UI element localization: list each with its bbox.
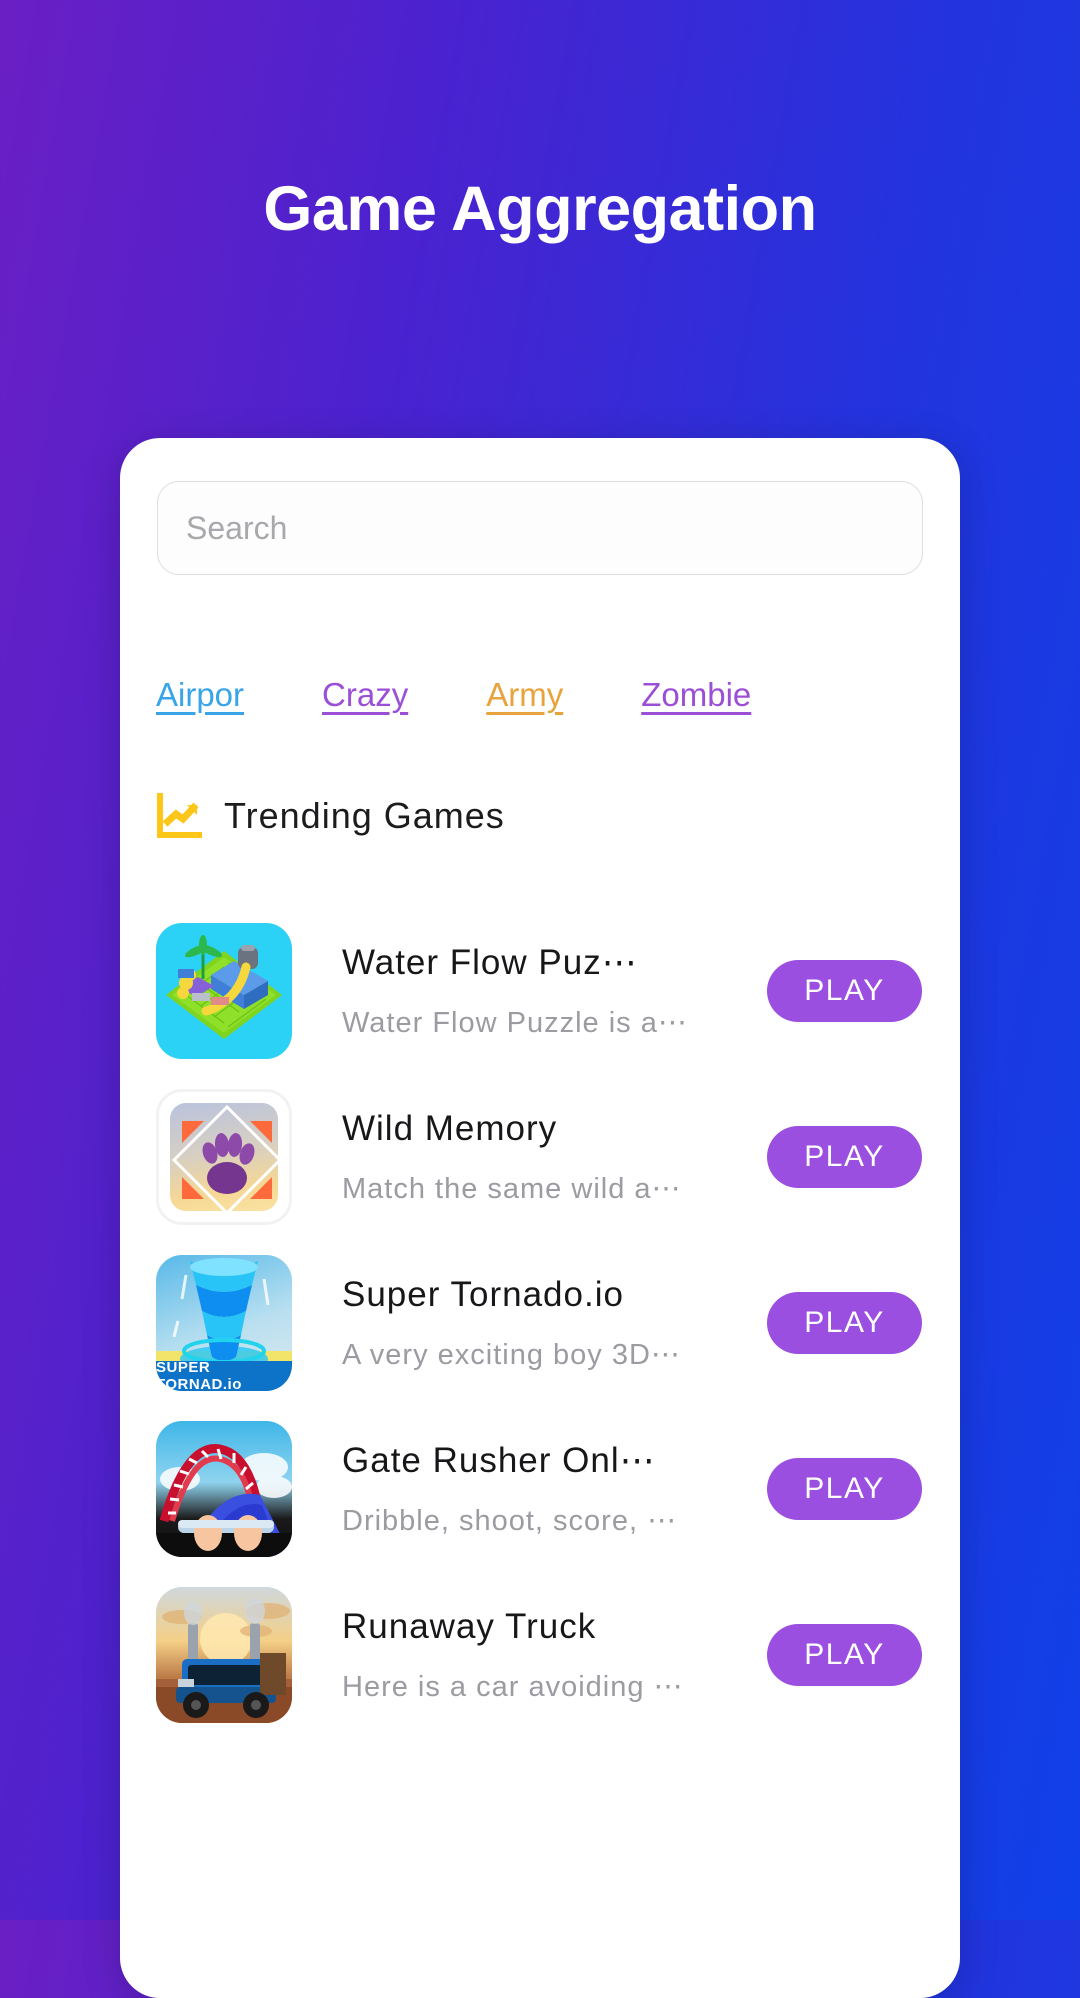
game-description: Water Flow Puzzle is a⋯ <box>342 1006 688 1039</box>
game-text: Water Flow Puz⋯ Water Flow Puzzle is a⋯ <box>292 943 767 1040</box>
game-title: Runaway Truck <box>342 1606 597 1646</box>
game-title: Water Flow Puz⋯ <box>342 942 638 982</box>
game-description: Match the same wild a⋯ <box>342 1172 682 1205</box>
trending-chart-icon <box>157 793 202 838</box>
game-title: Wild Memory <box>342 1108 558 1148</box>
tornado-badge: SUPER TORNAD.io <box>156 1359 292 1391</box>
game-description: A very exciting boy 3D⋯ <box>342 1338 681 1371</box>
wild-memory-paw-icon[interactable] <box>156 1089 292 1225</box>
gate-rusher-coaster-icon[interactable] <box>156 1421 292 1557</box>
page-title: Game Aggregation <box>263 174 817 244</box>
game-list-item[interactable]: Wild Memory Match the same wild a⋯ PLAY <box>120 1074 960 1240</box>
category-link-zombie[interactable]: Zombie <box>641 676 751 714</box>
search-input[interactable] <box>157 481 923 575</box>
category-link-airpor[interactable]: Airpor <box>156 676 244 714</box>
water-flow-puzzle-icon[interactable] <box>156 923 292 1059</box>
play-button[interactable]: PLAY <box>767 960 922 1022</box>
content-card: Airpor Crazy Army Zombie Trending Games <box>120 438 960 1998</box>
game-text: Wild Memory Match the same wild a⋯ <box>292 1109 767 1206</box>
game-list: Water Flow Puz⋯ Water Flow Puzzle is a⋯ … <box>120 908 960 1738</box>
game-list-item[interactable]: SUPER TORNAD.io Super Tornado.io A very … <box>120 1240 960 1406</box>
category-links: Airpor Crazy Army Zombie <box>156 676 926 714</box>
game-description: Dribble, shoot, score, ⋯ <box>342 1504 678 1537</box>
play-button[interactable]: PLAY <box>767 1624 922 1686</box>
game-list-item[interactable]: Water Flow Puz⋯ Water Flow Puzzle is a⋯ … <box>120 908 960 1074</box>
play-button[interactable]: PLAY <box>767 1292 922 1354</box>
play-button[interactable]: PLAY <box>767 1126 922 1188</box>
game-title: Super Tornado.io <box>342 1274 624 1314</box>
super-tornado-icon[interactable]: SUPER TORNAD.io <box>156 1255 292 1391</box>
game-text: Gate Rusher Onl⋯ Dribble, shoot, score, … <box>292 1441 767 1538</box>
game-title: Gate Rusher Onl⋯ <box>342 1440 656 1480</box>
category-link-crazy[interactable]: Crazy <box>322 676 408 714</box>
trending-label: Trending Games <box>224 795 505 836</box>
game-description: Here is a car avoiding ⋯ <box>342 1670 684 1703</box>
game-list-item[interactable]: Gate Rusher Onl⋯ Dribble, shoot, score, … <box>120 1406 960 1572</box>
search-bar[interactable] <box>157 481 923 575</box>
game-list-item[interactable]: Runaway Truck Here is a car avoiding ⋯ P… <box>120 1572 960 1738</box>
trending-header: Trending Games <box>156 793 505 839</box>
game-text: Super Tornado.io A very exciting boy 3D⋯ <box>292 1275 767 1372</box>
game-text: Runaway Truck Here is a car avoiding ⋯ <box>292 1607 767 1704</box>
runaway-truck-icon[interactable] <box>156 1587 292 1723</box>
category-link-army[interactable]: Army <box>486 676 563 714</box>
play-button[interactable]: PLAY <box>767 1458 922 1520</box>
